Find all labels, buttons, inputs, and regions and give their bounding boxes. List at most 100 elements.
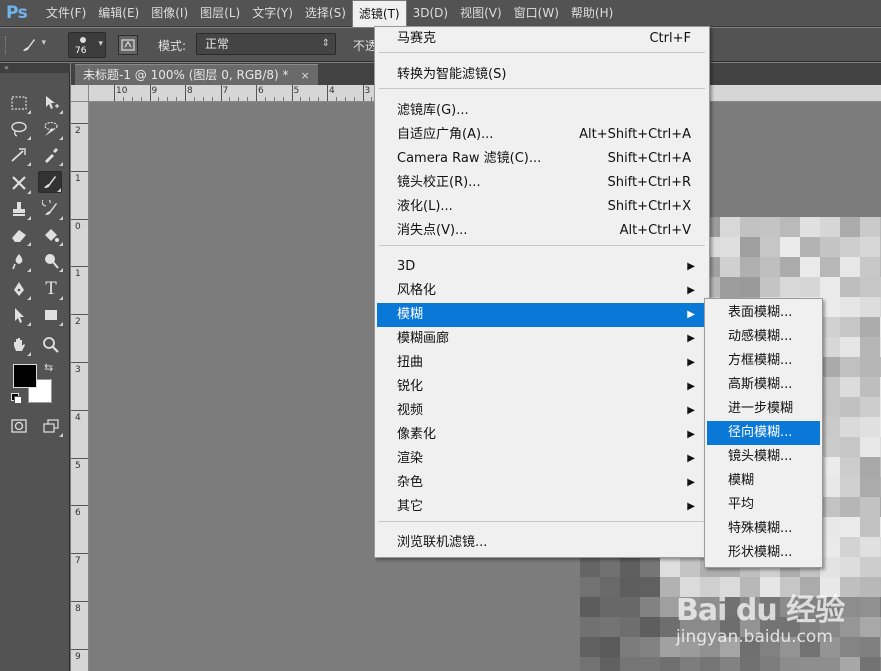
mosaic-cell (820, 457, 840, 477)
blur-submenu-item[interactable]: 高斯模糊... (707, 373, 820, 397)
filter-menu-item[interactable]: 滤镜库(G)... (377, 99, 707, 123)
ruler-origin[interactable] (71, 85, 89, 102)
eyedropper-tool-icon[interactable] (39, 144, 63, 166)
eraser-tool-icon[interactable] (7, 224, 31, 246)
blur-submenu-item[interactable]: 方框模糊... (707, 349, 820, 373)
brush-preset-picker[interactable]: 76 (68, 32, 106, 58)
filter-menu-item[interactable]: 3D ▶ (377, 255, 707, 279)
options-bar-grip[interactable] (5, 36, 8, 54)
filter-menu-item[interactable]: 杂色 ▶ (377, 471, 707, 495)
filter-menu-item-label: Camera Raw 滤镜(C)... (397, 151, 542, 166)
ruler-v-label: 7 (75, 556, 81, 567)
paint-bucket-tool-icon[interactable] (39, 224, 63, 246)
menu-4[interactable]: 文字(Y) (246, 0, 299, 27)
submenu-arrow-icon: ▶ (687, 357, 695, 368)
rectangle-tool-icon[interactable] (39, 304, 63, 326)
filter-menu-item[interactable]: 视频 ▶ (377, 399, 707, 423)
toolbox-collapse-icon[interactable]: « (0, 63, 70, 73)
mode-label: 模式: (158, 39, 187, 53)
hand-tool-icon[interactable] (7, 334, 31, 356)
zoom-tool-icon[interactable] (39, 334, 63, 356)
blur-submenu-item[interactable]: 平均 (707, 493, 820, 517)
filter-menu-shortcut: Alt+Ctrl+V (619, 223, 691, 238)
mosaic-cell (860, 497, 880, 517)
foreground-color-swatch[interactable] (13, 364, 37, 388)
toolbox: « T ⇆ (0, 63, 70, 671)
menu-8[interactable]: 视图(V) (454, 0, 508, 27)
filter-menu-item[interactable]: 像素化 ▶ (377, 423, 707, 447)
filter-menu-item[interactable]: 模糊画廊 ▶ (377, 327, 707, 351)
type-tool-icon[interactable]: T (39, 278, 63, 300)
blur-tool-icon[interactable] (7, 250, 31, 272)
menu-2[interactable]: 图像(I) (145, 0, 194, 27)
menu-9[interactable]: 窗口(W) (508, 0, 565, 27)
blur-submenu-item[interactable]: 表面模糊... (707, 301, 820, 325)
blur-submenu-item[interactable]: 形状模糊... (707, 541, 820, 565)
path-selection-tool-icon[interactable] (7, 304, 31, 326)
blur-submenu-item[interactable]: 镜头模糊... (707, 445, 820, 469)
blur-submenu-item[interactable]: 特殊模糊... (707, 517, 820, 541)
mosaic-cell (820, 277, 840, 297)
filter-menu-item[interactable]: 浏览联机滤镜... (377, 531, 707, 555)
mosaic-cell (760, 657, 780, 671)
filter-menu-item[interactable]: 模糊 ▶ (377, 303, 707, 327)
swap-colors-icon[interactable]: ⇆ (44, 361, 53, 374)
history-brush-tool-icon[interactable] (39, 198, 63, 220)
brush-panel-toggle-icon[interactable] (118, 35, 138, 55)
ruler-h-tick (327, 85, 328, 101)
screen-mode-icon[interactable] (39, 415, 63, 437)
menu-6[interactable]: 滤镜(T) (351, 0, 407, 27)
filter-menu-item[interactable]: 自适应广角(A)... Alt+Shift+Ctrl+A (377, 123, 707, 147)
filter-menu-item[interactable]: 消失点(V)... Alt+Ctrl+V (377, 219, 707, 243)
filter-menu-item[interactable]: 液化(L)... Shift+Ctrl+X (377, 195, 707, 219)
menu-7[interactable]: 3D(D) (407, 0, 454, 27)
filter-menu-item[interactable]: 其它 ▶ (377, 495, 707, 519)
filter-menu-item[interactable]: 转换为智能滤镜(S) (377, 63, 707, 87)
filter-menu-item[interactable]: 马赛克 Ctrl+F (377, 27, 707, 51)
blur-submenu-item[interactable]: 进一步模糊 (707, 397, 820, 421)
submenu-arrow-icon: ▶ (687, 285, 695, 296)
menu-3[interactable]: 图层(L) (194, 0, 246, 27)
pen-tool-icon[interactable] (7, 278, 31, 300)
filter-menu-item-label: 杂色 (397, 475, 424, 490)
brush-tool-icon[interactable] (38, 171, 62, 193)
ruler-h-minor-tick (140, 97, 142, 101)
clone-stamp-tool-icon[interactable] (7, 198, 31, 220)
mosaic-cell (860, 277, 880, 297)
mode-select[interactable]: 正常 (196, 33, 336, 55)
blur-submenu-item[interactable]: 模糊 (707, 469, 820, 493)
filter-menu-item[interactable]: 镜头校正(R)... Shift+Ctrl+R (377, 171, 707, 195)
healing-brush-tool-icon[interactable] (7, 172, 31, 194)
lasso-tool-icon[interactable] (7, 118, 31, 140)
ruler-h-minor-tick (335, 97, 337, 101)
blur-submenu-item[interactable]: 径向模糊... (707, 421, 820, 445)
quick-selection-tool-icon[interactable] (39, 118, 63, 140)
filter-menu-shortcut: Shift+Ctrl+R (607, 175, 692, 190)
ruler-h-tick (220, 85, 222, 101)
ruler-h-tick (149, 85, 151, 101)
tool-preset-picker[interactable] (20, 36, 46, 54)
filter-menu-item[interactable]: 风格化 ▶ (377, 279, 707, 303)
mosaic-cell (840, 657, 860, 671)
filter-menu-item[interactable]: 锐化 ▶ (377, 375, 707, 399)
filter-menu-item[interactable]: 扭曲 ▶ (377, 351, 707, 375)
quick-mask-icon[interactable] (7, 415, 31, 437)
filter-menu-item[interactable]: 渲染 ▶ (377, 447, 707, 471)
dodge-tool-icon[interactable] (39, 250, 63, 272)
close-tab-icon[interactable]: × (301, 69, 310, 82)
mosaic-cell (800, 657, 820, 671)
menu-10[interactable]: 帮助(H) (565, 0, 619, 27)
menu-0[interactable]: 文件(F) (40, 0, 92, 27)
filter-menu-item[interactable]: Camera Raw 滤镜(C)... Shift+Ctrl+A (377, 147, 707, 171)
crop-tool-icon[interactable] (7, 144, 31, 166)
watermark-url: jingyan.baidu.com (676, 627, 833, 647)
marquee-tool-icon[interactable] (7, 92, 31, 114)
mosaic-cell (720, 237, 740, 257)
menu-1[interactable]: 编辑(E) (92, 0, 145, 27)
document-tab[interactable]: 未标题-1 @ 100% (图层 0, RGB/8) * × (75, 64, 318, 85)
default-colors-icon[interactable] (11, 393, 22, 404)
menu-5[interactable]: 选择(S) (299, 0, 352, 27)
move-tool-icon[interactable] (39, 92, 63, 114)
mosaic-cell (620, 637, 640, 657)
blur-submenu-item[interactable]: 动感模糊... (707, 325, 820, 349)
